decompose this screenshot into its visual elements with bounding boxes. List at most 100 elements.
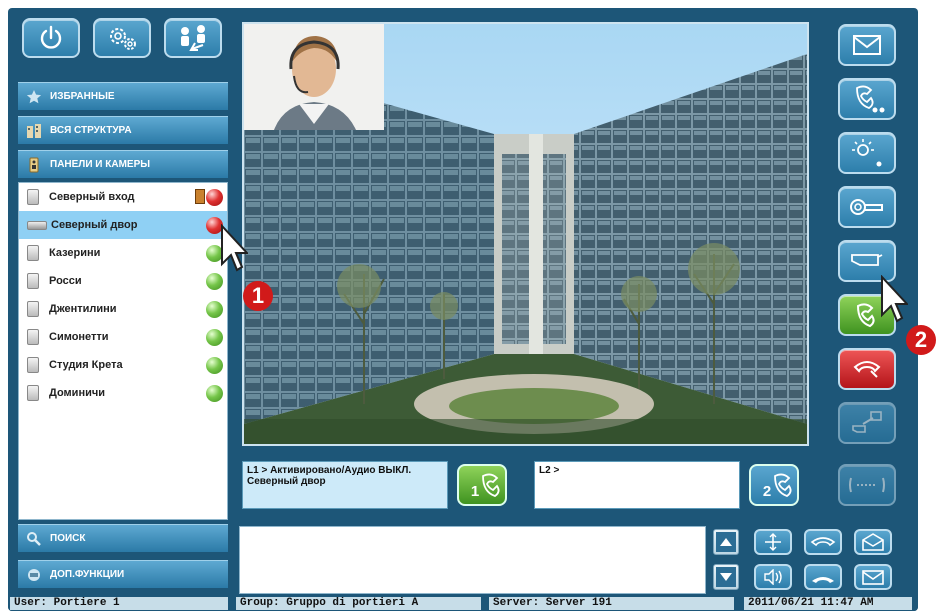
hold-button[interactable]: [804, 529, 842, 555]
annotation-badge-2-label: 2: [914, 327, 928, 352]
list-item[interactable]: Северный вход: [19, 183, 227, 211]
video-view[interactable]: [242, 22, 809, 446]
list-item-label: Симонетти: [49, 331, 109, 343]
annotation-badge-1-label: 1: [251, 283, 265, 308]
move-button[interactable]: [754, 529, 792, 555]
call-forward-button[interactable]: [838, 78, 896, 120]
building-icon: [27, 123, 41, 138]
line-1-panel: L1 > Активировано/Аудио ВЫКЛ. Северный д…: [242, 461, 448, 509]
intercom-icon: [849, 477, 885, 493]
search-icon: [27, 531, 41, 546]
intercom-button[interactable]: [838, 464, 896, 506]
power-icon: [40, 25, 62, 49]
handset-icon: [482, 473, 500, 497]
envelope-icon: [853, 35, 881, 55]
mouse-cursor-icon: [881, 275, 908, 323]
nav-favorites[interactable]: ИЗБРАННЫЕ: [18, 82, 228, 110]
panel-icon: [27, 385, 39, 401]
call-forward-icon: [856, 85, 885, 113]
camera-icon: [27, 220, 47, 230]
status-red-icon: [206, 189, 223, 206]
key-icon: [850, 199, 883, 215]
list-item[interactable]: Казерини: [19, 239, 227, 267]
nav-structure[interactable]: ВСЯ СТРУКТУРА: [18, 116, 228, 144]
arrow-up-icon: [716, 532, 736, 552]
line-1-number: 1: [470, 483, 480, 500]
list-item-label: Студия Крета: [49, 359, 123, 371]
arrow-down-icon: [716, 567, 736, 587]
mouse-cursor-icon: [221, 224, 248, 272]
users-button[interactable]: [164, 18, 222, 58]
functions-icon: [28, 568, 40, 581]
users-transfer-icon: [181, 25, 205, 51]
message-send-button[interactable]: [854, 564, 892, 590]
speaker-icon: [764, 569, 782, 585]
panel-icon: [27, 329, 39, 345]
brightness-icon: [852, 139, 882, 167]
annotation-badge-1: 1: [243, 281, 273, 311]
list-item[interactable]: Доминичи: [19, 379, 227, 407]
list-item-label: Джентилини: [49, 303, 117, 315]
panel-list: Северный вход Северный двор Казерини Рос…: [18, 182, 228, 520]
line-1-status: L1 > Активировано/Аудио ВЫКЛ.: [247, 465, 412, 476]
handset-button[interactable]: [804, 564, 842, 590]
door-icon: [195, 189, 205, 204]
panel-icon: [27, 273, 39, 289]
panel-icon: [27, 245, 39, 261]
volume-button[interactable]: [754, 564, 792, 590]
list-item[interactable]: Северный двор: [19, 211, 227, 239]
camera-switch-icon: [851, 254, 883, 266]
line-2-panel: L2 >: [534, 461, 740, 509]
panel-icon: [27, 301, 39, 317]
app-frame: ИЗБРАННЫЕ ВСЯ СТРУКТУРА ПАНЕЛИ И КАМЕРЫ …: [8, 8, 918, 611]
nav-structure-label: ВСЯ СТРУКТУРА: [50, 125, 132, 136]
transfer-camera-button[interactable]: [838, 402, 896, 444]
brightness-button[interactable]: [838, 132, 896, 174]
line-2-status: L2 >: [539, 465, 560, 476]
status-green-icon: [206, 385, 223, 402]
line-1-target: Северный двор: [247, 476, 326, 487]
nav-search-label: ПОИСК: [50, 533, 86, 544]
list-item[interactable]: Симонетти: [19, 323, 227, 351]
line-1-call-button[interactable]: 1: [457, 464, 507, 506]
handset-icon: [774, 473, 792, 497]
handset-up-icon: [812, 577, 834, 583]
status-datetime: 2011/06/21 11:47 AM: [744, 597, 912, 610]
scroll-down-button[interactable]: [713, 564, 739, 590]
list-item[interactable]: Джентилини: [19, 295, 227, 323]
list-item-label: Северный двор: [51, 219, 138, 231]
status-green-icon: [206, 329, 223, 346]
move-arrows-icon: [765, 533, 781, 551]
panel-icon: [27, 357, 39, 373]
status-server: Server: Server 191: [489, 597, 734, 610]
answer-call-icon: [856, 303, 875, 328]
nav-search[interactable]: ПОИСК: [18, 524, 228, 552]
handset-down-icon: [810, 537, 836, 547]
operator-video-inset: [244, 24, 384, 130]
scroll-up-button[interactable]: [713, 529, 739, 555]
list-item-label: Доминичи: [49, 387, 105, 399]
nav-extra-label: ДОП.ФУНКЦИИ: [50, 569, 125, 580]
annotation-badge-2: 2: [906, 325, 936, 355]
door-panel-icon: [29, 157, 39, 172]
settings-button[interactable]: [93, 18, 151, 58]
power-button[interactable]: [22, 18, 80, 58]
message-area[interactable]: [239, 526, 706, 594]
open-envelope-icon: [862, 533, 884, 551]
status-group: Group: Gruppo di portieri A: [236, 597, 481, 610]
message-read-button[interactable]: [854, 529, 892, 555]
line-2-number: 2: [762, 483, 772, 500]
status-bar: User: Portiere 1 Group: Gruppo di portie…: [8, 595, 918, 611]
envelope-send-icon: [862, 570, 884, 585]
line-2-call-button[interactable]: 2: [749, 464, 799, 506]
list-item-label: Северный вход: [49, 191, 135, 203]
hangup-button[interactable]: [838, 348, 896, 390]
nav-panels[interactable]: ПАНЕЛИ И КАМЕРЫ: [18, 150, 228, 178]
list-item[interactable]: Росси: [19, 267, 227, 295]
message-button[interactable]: [838, 24, 896, 66]
nav-extra[interactable]: ДОП.ФУНКЦИИ: [18, 560, 228, 588]
camera-transfer-icon: [852, 411, 882, 433]
door-key-button[interactable]: [838, 186, 896, 228]
list-item[interactable]: Студия Крета: [19, 351, 227, 379]
status-green-icon: [206, 357, 223, 374]
